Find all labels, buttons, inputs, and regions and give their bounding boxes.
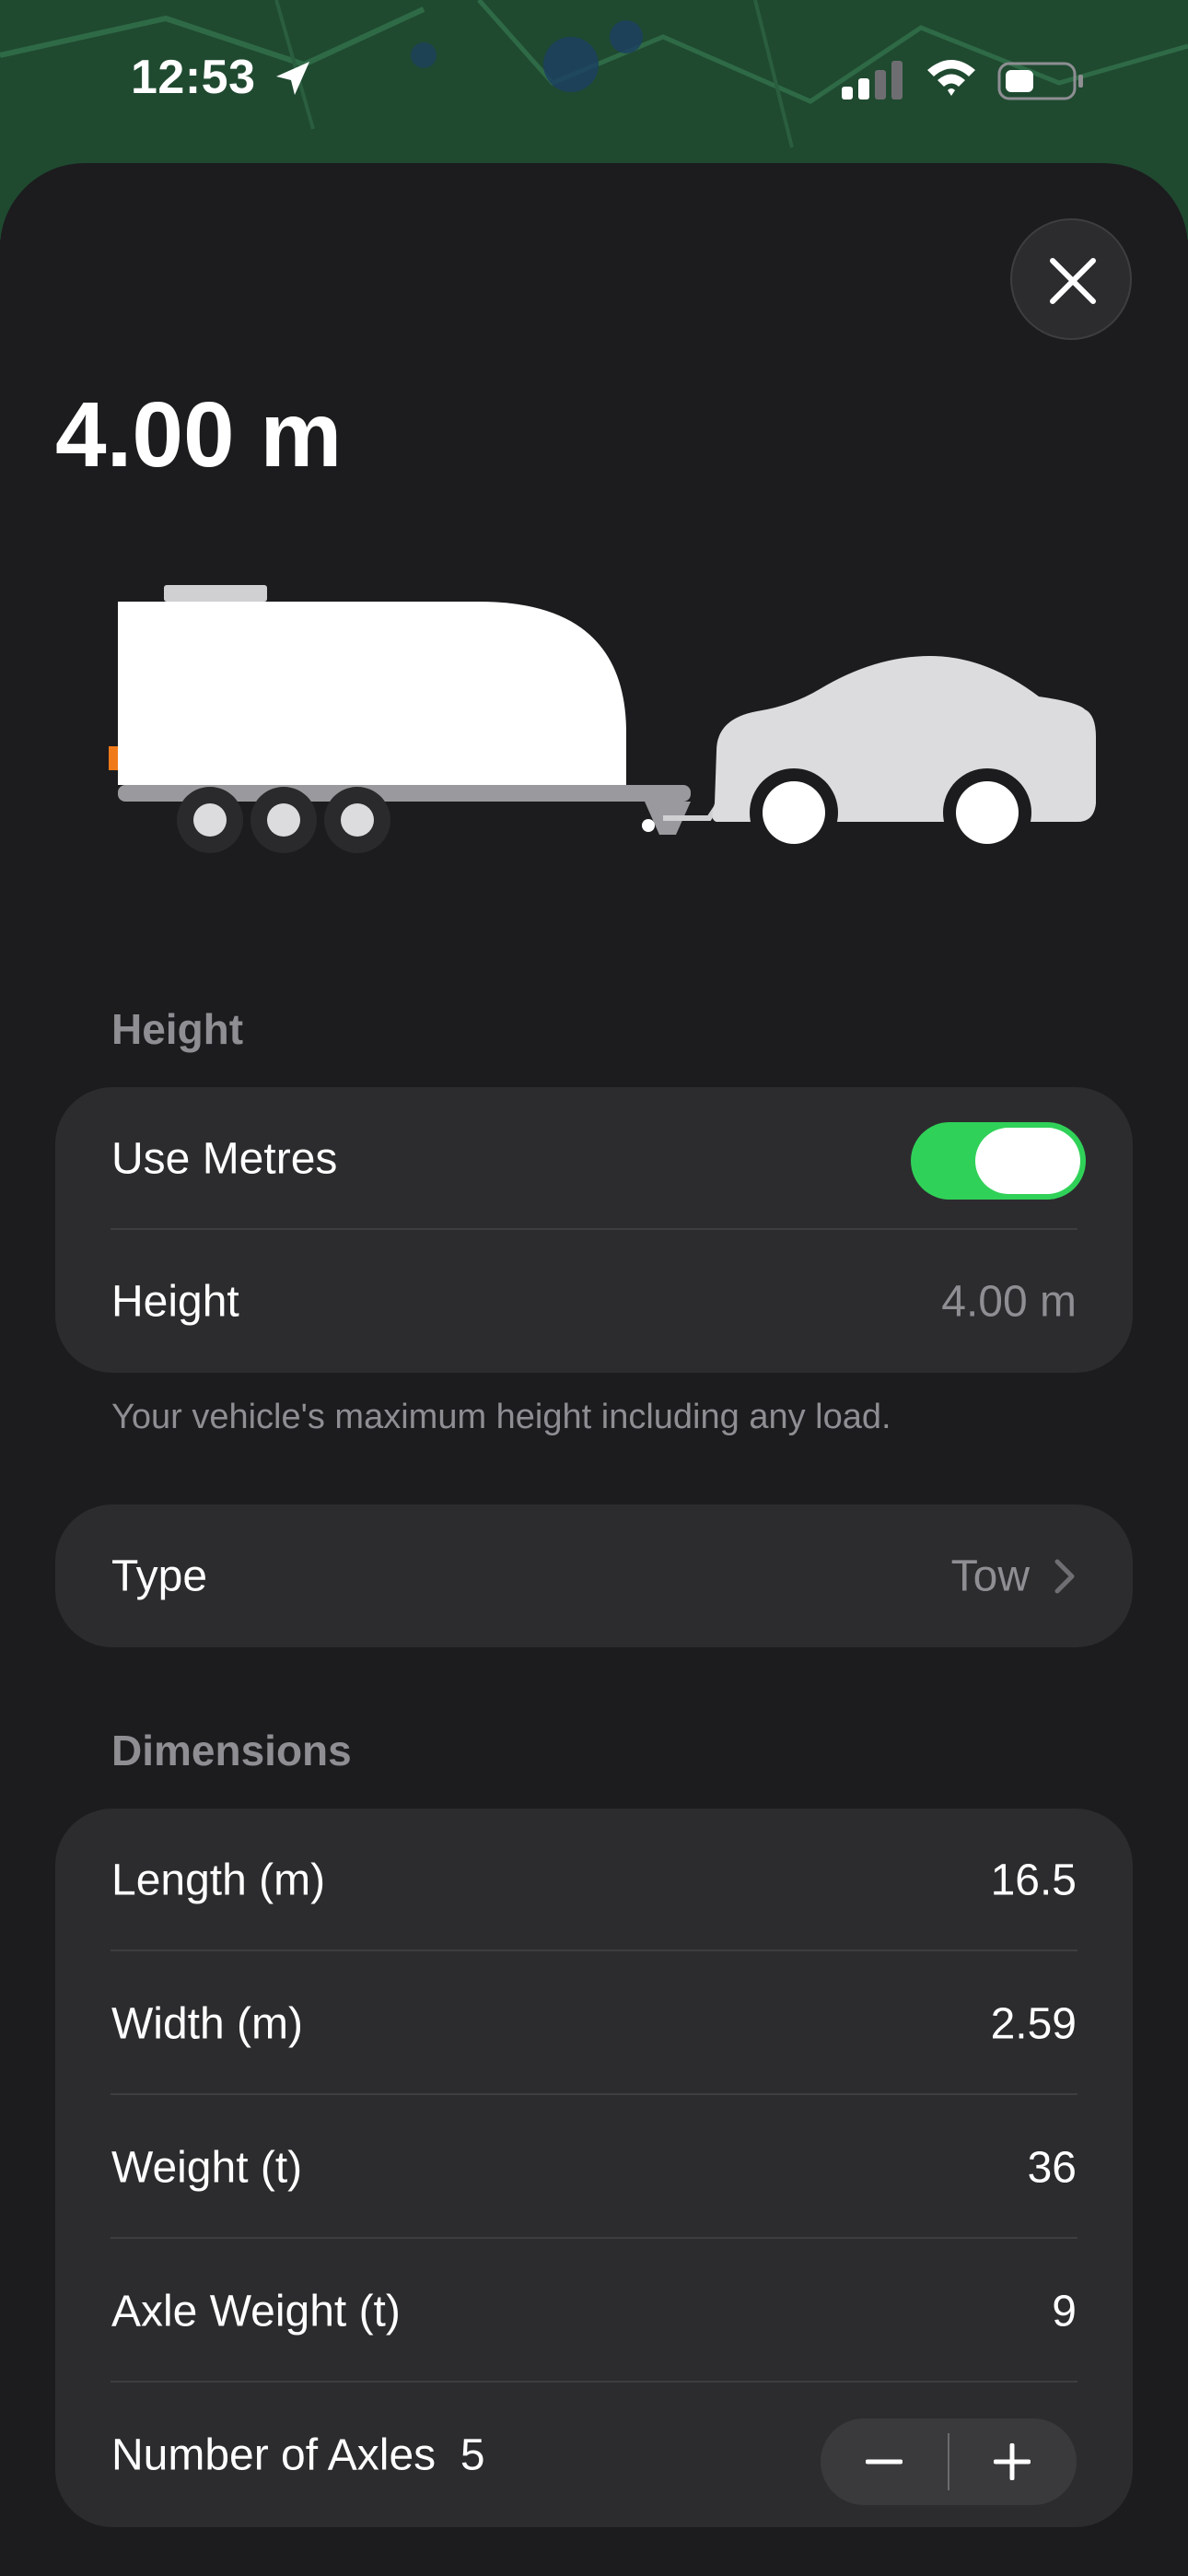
wifi-icon xyxy=(926,57,977,98)
toggle-knob xyxy=(975,1128,1080,1194)
minus-icon xyxy=(866,2459,903,2465)
width-value: 2.59 xyxy=(990,1999,1077,2048)
row-divider xyxy=(111,1950,1077,1951)
trailer-rear-light xyxy=(109,746,118,770)
increment-axles-button[interactable] xyxy=(949,2418,1077,2505)
height-value: 4.00 m xyxy=(941,1277,1077,1326)
length-label: Length (m) xyxy=(111,1856,326,1904)
axles-label-text: Number of Axles xyxy=(111,2430,437,2480)
width-row[interactable]: Width (m) 2.59 xyxy=(55,1952,1133,2095)
type-group: Type Tow xyxy=(55,1505,1133,1647)
row-divider xyxy=(111,2237,1077,2239)
status-time: 12:53 xyxy=(131,51,256,104)
trailer-roof-vent xyxy=(164,585,267,602)
use-metres-toggle[interactable] xyxy=(911,1122,1086,1200)
height-footnote: Your vehicle's maximum height including … xyxy=(111,1398,891,1436)
dimensions-section-header: Dimensions xyxy=(111,1727,352,1774)
axle-weight-row[interactable]: Axle Weight (t) 9 xyxy=(55,2240,1133,2383)
weight-row[interactable]: Weight (t) 36 xyxy=(55,2096,1133,2239)
use-metres-row: Use Metres xyxy=(55,1087,1133,1230)
weight-label: Weight (t) xyxy=(111,2143,303,2192)
chevron-right-icon xyxy=(1054,1559,1075,1593)
plus-icon xyxy=(994,2443,1031,2480)
height-group: Use Metres Height 4.00 m xyxy=(55,1087,1133,1373)
close-button[interactable] xyxy=(1010,218,1132,340)
row-divider xyxy=(111,2381,1077,2383)
use-metres-label: Use Metres xyxy=(111,1134,338,1183)
type-value: Tow xyxy=(950,1551,1030,1600)
axles-stepper xyxy=(821,2418,1077,2505)
length-row[interactable]: Length (m) 16.5 xyxy=(55,1809,1133,1951)
status-bar: 12:53 xyxy=(0,0,1188,161)
axles-count: 5 xyxy=(460,2430,485,2480)
close-icon xyxy=(1050,258,1096,304)
dimensions-group: Length (m) 16.5 Width (m) 2.59 Weight (t… xyxy=(55,1809,1133,2527)
row-divider xyxy=(111,2093,1077,2095)
number-of-axles-row: Number of Axles 5 xyxy=(55,2383,1133,2527)
width-label: Width (m) xyxy=(111,1999,303,2048)
height-row[interactable]: Height 4.00 m xyxy=(55,1230,1133,1373)
weight-value: 36 xyxy=(1027,2143,1077,2192)
length-value: 16.5 xyxy=(990,1856,1077,1904)
axle-weight-value: 9 xyxy=(1052,2287,1077,2336)
battery-icon xyxy=(997,61,1086,101)
decrement-axles-button[interactable] xyxy=(821,2418,949,2505)
location-arrow-icon xyxy=(273,58,313,99)
number-of-axles-label: Number of Axles 5 xyxy=(111,2430,485,2481)
axle-weight-label: Axle Weight (t) xyxy=(111,2287,401,2336)
vehicle-illustration xyxy=(101,571,1096,866)
height-section-header: Height xyxy=(111,1005,244,1053)
cellular-signal-icon xyxy=(842,61,904,100)
trailer-body xyxy=(118,602,626,785)
type-row[interactable]: Type Tow xyxy=(55,1505,1133,1647)
page-title: 4.00 m xyxy=(55,383,343,486)
height-label: Height xyxy=(111,1277,239,1326)
type-label: Type xyxy=(111,1551,208,1600)
